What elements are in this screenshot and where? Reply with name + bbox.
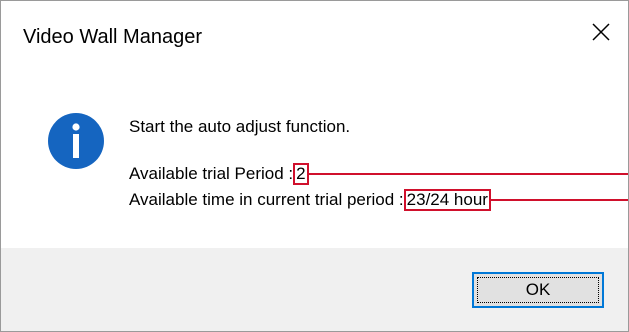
ok-button[interactable]: OK [472,272,604,308]
button-area: OK [1,248,628,331]
message-line-2: Available trial Period :2 [129,163,309,185]
message-dialog: Video Wall Manager Start the auto adjust… [0,0,629,332]
title-bar: Video Wall Manager [1,1,628,63]
trial-period-value-highlight: 2 [293,163,309,185]
close-button[interactable] [578,9,624,55]
message-line-3: Available time in current trial period :… [129,189,491,211]
trial-time-label: Available time in current trial period : [129,190,404,209]
highlight-connector-line [490,199,628,201]
window-title: Video Wall Manager [23,26,202,48]
trial-time-value-highlight: 23/24 hour [403,189,491,211]
message-content: Start the auto adjust function. Availabl… [1,63,628,247]
highlight-connector-line [308,173,628,175]
info-icon [48,113,104,169]
trial-period-label: Available trial Period : [129,164,294,183]
message-line-1: Start the auto adjust function. [129,117,351,136]
close-icon [592,23,610,41]
